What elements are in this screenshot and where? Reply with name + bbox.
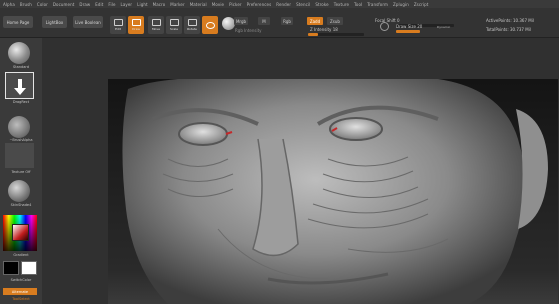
tool-selector-label[interactable]: ToolSelect <box>0 297 42 301</box>
toolbar: Home Page LightBox Live Boolean Edit Dra… <box>0 8 559 38</box>
alpha-label: ~BrushAlpha <box>9 138 33 142</box>
menu-item-stroke[interactable]: Stroke <box>315 2 328 7</box>
dynamic-toggle[interactable]: Dynamic <box>437 25 450 29</box>
switch-color-label[interactable]: SwitchColor <box>0 278 42 282</box>
menu-item-brush[interactable]: Brush <box>20 2 32 7</box>
move-mode-button[interactable]: Move <box>148 16 164 34</box>
menu-item-transform[interactable]: Transform <box>367 2 388 7</box>
rgb-intensity-slider[interactable]: Rgb Intensity <box>235 28 262 33</box>
menu-item-texture[interactable]: Texture <box>334 2 349 7</box>
menu-item-draw[interactable]: Draw <box>79 2 90 7</box>
texture-label: Texture Off <box>11 170 31 174</box>
menu-item-movie[interactable]: Movie <box>212 2 224 7</box>
live-boolean-button[interactable]: Live Boolean <box>73 16 103 28</box>
texture-selector[interactable] <box>5 143 34 168</box>
z-intensity-fill <box>308 33 318 36</box>
active-points: ActivePoints: 10.367 Mil <box>486 18 534 23</box>
draw-size-fill <box>396 30 420 33</box>
alternate-button[interactable]: Alternate <box>3 288 37 295</box>
menu-item-material[interactable]: Material <box>190 2 207 7</box>
transp-button[interactable] <box>202 16 218 34</box>
zsub-toggle[interactable]: Zsub <box>327 17 343 25</box>
z-intensity-slider[interactable]: Z Intensity 18 <box>310 27 338 32</box>
menu-item-layer[interactable]: Layer <box>121 2 133 7</box>
menu-item-document[interactable]: Document <box>53 2 75 7</box>
canvas-area <box>42 38 559 304</box>
draw-mode-button[interactable]: Draw <box>128 16 144 34</box>
sculpt-head <box>122 79 548 304</box>
color-square[interactable] <box>12 224 29 241</box>
left-shelf: Standard DragRect ~BrushAlpha Texture Of… <box>0 38 42 304</box>
primary-color-swatch[interactable] <box>3 261 19 275</box>
draw-size-slider[interactable]: Draw Size 20 <box>396 24 422 29</box>
m-toggle[interactable]: M <box>258 17 270 25</box>
brush-label: Standard <box>13 65 29 69</box>
edit-icon <box>113 19 123 26</box>
stroke-label: DragRect <box>12 100 30 104</box>
total-points: TotalPoints: 30.737 Mil <box>486 27 531 32</box>
ring-icon <box>205 21 215 29</box>
eye-right <box>329 117 383 141</box>
secondary-color-swatch[interactable] <box>21 261 37 275</box>
menu-bar: Alpha Brush Color Document Draw Edit File Layer… <box>0 0 559 8</box>
menu-item-macro[interactable]: Macro <box>153 2 166 7</box>
draw-label: Draw <box>132 27 140 31</box>
scale-icon <box>169 19 179 26</box>
menu-item-tool[interactable]: Tool <box>354 2 362 7</box>
eye-left <box>178 122 228 146</box>
color-picker[interactable] <box>3 215 37 251</box>
brush-size-icon <box>380 22 389 31</box>
arrow-down-icon <box>14 79 26 95</box>
lightbox-button[interactable]: LightBox <box>42 16 67 28</box>
home-page-button[interactable]: Home Page <box>3 16 33 28</box>
stroke-selector[interactable] <box>5 72 34 99</box>
menu-item-light[interactable]: Light <box>137 2 147 7</box>
menu-item-color[interactable]: Color <box>37 2 48 7</box>
zadd-toggle[interactable]: Zadd <box>307 17 323 25</box>
material-icon[interactable] <box>8 180 30 202</box>
rotate-icon <box>187 19 197 26</box>
menu-item-render[interactable]: Render <box>276 2 291 7</box>
menu-item-alpha[interactable]: Alpha <box>3 2 15 7</box>
move-icon <box>151 19 161 26</box>
brush-icon[interactable] <box>8 42 30 64</box>
menu-item-zplugin[interactable]: Zplugin <box>393 2 409 7</box>
edit-label: Edit <box>115 27 121 31</box>
menu-item-marker[interactable]: Marker <box>170 2 184 7</box>
rotate-label: Rotate <box>187 27 197 31</box>
gradient-label: Gradient <box>13 253 29 257</box>
draw-icon <box>131 19 141 26</box>
menu-item-zscript[interactable]: Zscript <box>414 2 429 7</box>
move-label: Move <box>151 27 161 31</box>
scale-label: Scale <box>169 27 179 31</box>
menu-item-preferences[interactable]: Preferences <box>247 2 272 7</box>
rgb-toggle[interactable]: Rgb <box>281 17 293 25</box>
scale-mode-button[interactable]: Scale <box>166 16 182 34</box>
edit-mode-button[interactable]: Edit <box>110 16 126 34</box>
menu-item-edit[interactable]: Edit <box>95 2 103 7</box>
menu-item-file[interactable]: File <box>108 2 115 7</box>
material-label: SkinShade4 <box>10 203 32 207</box>
alpha-icon[interactable] <box>8 116 30 138</box>
menu-item-stencil[interactable]: Stencil <box>296 2 310 7</box>
document-viewport[interactable] <box>108 79 558 304</box>
rotate-mode-button[interactable]: Rotate <box>184 16 200 34</box>
menu-item-picker[interactable]: Picker <box>229 2 242 7</box>
mrgb-toggle[interactable]: Mrgb <box>234 17 248 25</box>
